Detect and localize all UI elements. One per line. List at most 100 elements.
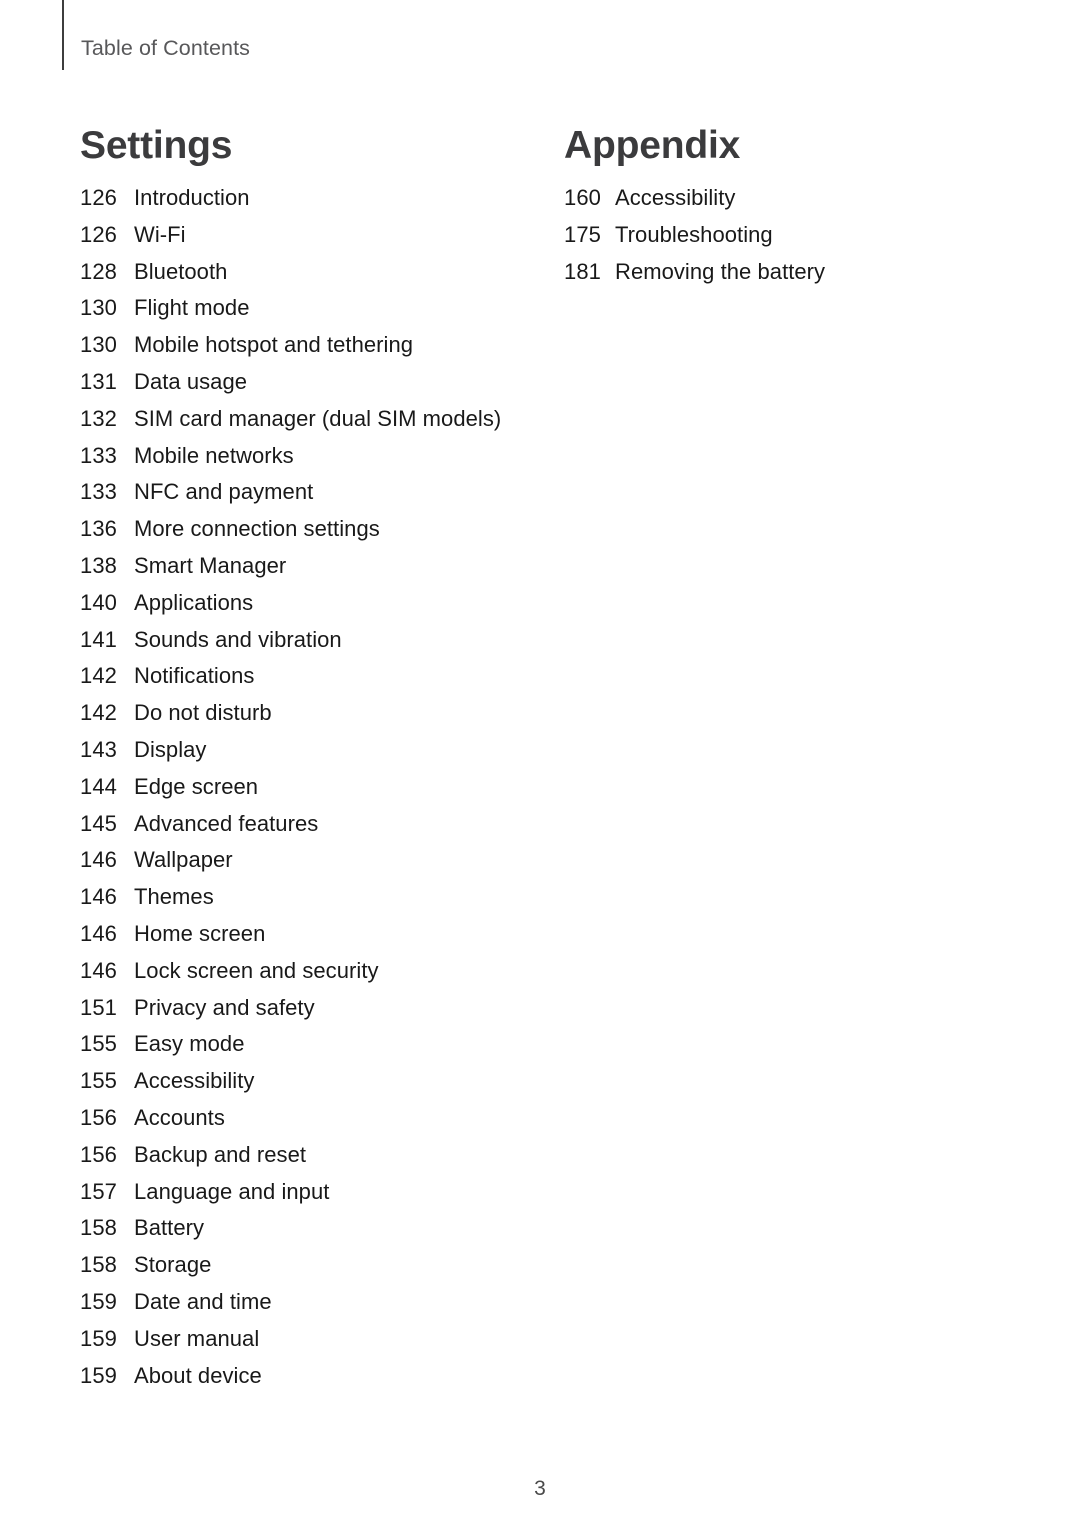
toc-entry-page-number: 142 (80, 663, 118, 689)
toc-column-settings: Settings 126 Introduction 126 Wi-Fi 128 Bluet… (80, 124, 550, 1394)
toc-entry-page-number: 157 (80, 1178, 118, 1204)
toc-entry-page-number: 133 (80, 479, 118, 505)
toc-entry-page-number: 145 (80, 810, 118, 836)
toc-entry-page-number: 130 (80, 295, 118, 321)
toc-entry[interactable]: 158 Battery (80, 1210, 550, 1247)
toc-entry[interactable]: 157 Language and input (80, 1174, 550, 1211)
toc-entry[interactable]: 159 Date and time (80, 1284, 550, 1321)
toc-entry-label: User manual (134, 1325, 260, 1351)
toc-entry[interactable]: 133 NFC and payment (80, 474, 550, 511)
page-footer: 3 (0, 1478, 1080, 1500)
toc-entry-page-number: 133 (80, 442, 118, 468)
toc-entry[interactable]: 151 Privacy and safety (80, 990, 550, 1027)
toc-entry[interactable]: 155 Easy mode (80, 1026, 550, 1063)
toc-entry-label: Easy mode (134, 1031, 245, 1057)
toc-entry-page-number: 151 (80, 994, 118, 1020)
toc-entry-page-number: 140 (80, 589, 118, 615)
toc-entry[interactable]: 130 Mobile hotspot and tethering (80, 327, 550, 364)
toc-entry-label: Home screen (134, 920, 266, 946)
toc-entry-page-number: 146 (80, 847, 118, 873)
toc-entry-page-number: 138 (80, 552, 118, 578)
toc-entry-label: Removing the battery (615, 258, 826, 284)
toc-entry[interactable]: 138 Smart Manager (80, 548, 550, 585)
toc-entry-label: Do not disturb (134, 700, 272, 726)
section-heading-appendix: Appendix (564, 124, 741, 167)
toc-entry-label: Mobile networks (134, 442, 294, 468)
toc-entry-label: Backup and reset (134, 1141, 307, 1167)
toc-entry[interactable]: 140 Applications (80, 585, 550, 622)
toc-entry-label: Introduction (134, 185, 250, 210)
toc-entry[interactable]: 146 Wallpaper (80, 842, 550, 879)
toc-entry-label: Bluetooth (134, 258, 228, 284)
toc-entry[interactable]: 133 Mobile networks (80, 438, 550, 475)
toc-entry[interactable]: 128 Bluetooth (80, 254, 550, 291)
toc-entry-page-number: 159 (80, 1362, 118, 1388)
toc-entry-label: About device (134, 1362, 262, 1388)
toc-entry-page-number: 146 (80, 920, 118, 946)
toc-entry-page-number: 158 (80, 1252, 118, 1278)
toc-entry[interactable]: 143 Display (80, 732, 550, 769)
toc-entry-label: Notifications (134, 663, 255, 689)
toc-entry[interactable]: 156 Backup and reset (80, 1137, 550, 1174)
toc-entry[interactable]: 155 Accessibility (80, 1063, 550, 1100)
toc-entry[interactable]: 159 About device (80, 1358, 550, 1395)
toc-entry[interactable]: 146 Lock screen and security (80, 953, 550, 990)
toc-entry[interactable]: 160 Accessibility (564, 180, 1034, 217)
toc-entry[interactable]: 136 More connection settings (80, 511, 550, 548)
toc-entry-label: Applications (134, 589, 254, 615)
toc-entry-page-number: 158 (80, 1215, 118, 1241)
toc-entry-label: Wallpaper (134, 847, 233, 873)
toc-entry-label: SIM card manager (dual SIM models) (134, 405, 502, 431)
toc-entry-label: Accounts (134, 1104, 225, 1130)
toc-entry-page-number: 132 (80, 405, 118, 431)
toc-entry[interactable]: 130 Flight mode (80, 290, 550, 327)
toc-entry-page-number: 131 (80, 368, 118, 394)
toc-entry-page-number: 156 (80, 1141, 118, 1167)
toc-entry[interactable]: 145 Advanced features (80, 806, 550, 843)
toc-entry-label: Accessibility (615, 185, 736, 210)
toc-entry-page-number: 160 (564, 185, 602, 210)
toc-entry[interactable]: 141 Sounds and vibration (80, 622, 550, 659)
toc-entry[interactable]: 146 Home screen (80, 916, 550, 953)
toc-entry-label: Lock screen and security (134, 957, 379, 983)
toc-entry-page-number: 146 (80, 957, 118, 983)
toc-entry-label: Accessibility (134, 1068, 255, 1094)
toc-column-appendix: Appendix 160 Accessibility 175 Troubleshoot… (564, 124, 1034, 290)
section-heading-settings: Settings (80, 124, 233, 167)
toc-entry-label: Mobile hotspot and tethering (134, 332, 414, 358)
toc-entry-page-number: 146 (80, 884, 118, 910)
toc-entry-page-number: 136 (80, 516, 118, 542)
toc-entry-page-number: 126 (80, 221, 118, 247)
folio-page-number: 3 (534, 1477, 546, 1500)
toc-entry[interactable]: 156 Accounts (80, 1100, 550, 1137)
toc-list-settings: 126 Introduction 126 Wi-Fi 128 Bluetooth 130 Fl… (80, 180, 550, 1394)
toc-entry[interactable]: 144 Edge screen (80, 769, 550, 806)
toc-entry[interactable]: 132 SIM card manager (dual SIM models) (80, 401, 550, 438)
toc-entry-page-number: 155 (80, 1031, 118, 1057)
toc-entry[interactable]: 142 Notifications (80, 658, 550, 695)
toc-list-appendix: 160 Accessibility 175 Troubleshooting 181 Rem… (564, 180, 1034, 290)
toc-entry[interactable]: 146 Themes (80, 879, 550, 916)
toc-entry-label: Flight mode (134, 295, 250, 321)
toc-entry[interactable]: 158 Storage (80, 1247, 550, 1284)
toc-entry-page-number: 156 (80, 1104, 118, 1130)
toc-entry-page-number: 144 (80, 773, 118, 799)
toc-entry-label: Edge screen (134, 773, 259, 799)
toc-entry-label: Date and time (134, 1288, 272, 1314)
toc-entry-label: Troubleshooting (615, 221, 773, 247)
toc-entry[interactable]: 142 Do not disturb (80, 695, 550, 732)
toc-entry[interactable]: 175 Troubleshooting (564, 217, 1034, 254)
toc-entry[interactable]: 126 Wi-Fi (80, 217, 550, 254)
toc-entry[interactable]: 126 Introduction (80, 180, 550, 217)
toc-entry-label: Advanced features (134, 810, 319, 836)
toc-entry-page-number: 130 (80, 332, 118, 358)
table-of-contents: Settings 126 Introduction 126 Wi-Fi 128 Bluet… (0, 0, 1080, 1527)
toc-entry[interactable]: 159 User manual (80, 1321, 550, 1358)
toc-entry-label: NFC and payment (134, 479, 314, 505)
toc-entry-page-number: 155 (80, 1068, 118, 1094)
toc-entry-label: Display (134, 736, 207, 762)
toc-entry-page-number: 142 (80, 700, 118, 726)
toc-entry-label: Privacy and safety (134, 994, 315, 1020)
toc-entry[interactable]: 131 Data usage (80, 364, 550, 401)
toc-entry[interactable]: 181 Removing the battery (564, 254, 1034, 291)
